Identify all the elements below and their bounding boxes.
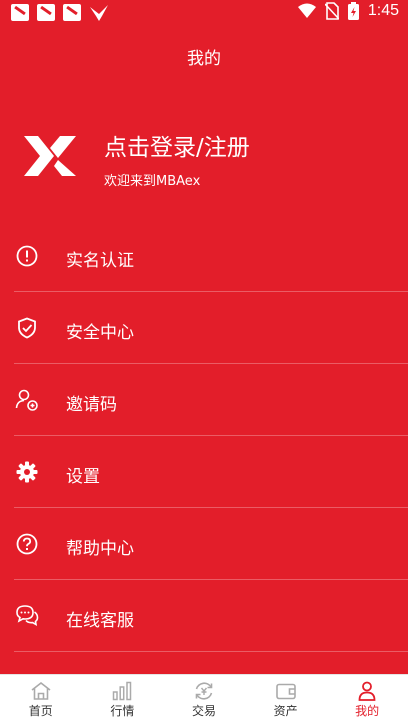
exchange-icon: [193, 681, 215, 701]
tab-home[interactable]: 首页: [0, 675, 82, 722]
menu-item-verification[interactable]: 实名认证: [0, 220, 408, 292]
battery-charging-icon: [347, 2, 359, 20]
tab-label: 首页: [28, 704, 53, 718]
menu-item-label: 邀请码: [66, 395, 117, 415]
tab-label: 行情: [110, 704, 135, 718]
menu-item-security-center[interactable]: 安全中心: [0, 292, 408, 364]
tab-profile[interactable]: 我的: [326, 675, 408, 722]
page-title: 我的: [187, 49, 221, 69]
help-circle-icon: [15, 532, 39, 556]
menu-list: 实名认证 安全中心 邀请码 设置 帮助中心 在线客服: [0, 220, 408, 652]
home-icon: [30, 681, 52, 701]
clock: 1:45: [367, 2, 399, 19]
divider: [14, 651, 408, 652]
wifi-icon: [297, 3, 316, 18]
menu-item-label: 帮助中心: [66, 539, 134, 559]
app-notification-icon: [37, 4, 55, 21]
menu-item-label: 实名认证: [66, 251, 134, 271]
app-notification-icon: [63, 4, 81, 21]
menu-item-settings[interactable]: 设置: [0, 436, 408, 508]
tab-market[interactable]: 行情: [82, 675, 164, 722]
chat-bubbles-icon: [15, 604, 39, 628]
shield-check-icon: [15, 316, 39, 340]
user-icon: [356, 681, 378, 701]
app-notification-icon: [11, 4, 29, 21]
no-sim-icon: [324, 2, 339, 20]
user-add-icon: [15, 388, 39, 412]
system-status: 1:45: [297, 2, 399, 20]
bird-logo-icon: [90, 5, 108, 21]
menu-item-invite-code[interactable]: 邀请码: [0, 364, 408, 436]
tab-label: 我的: [355, 704, 380, 718]
tab-label: 交易: [191, 704, 216, 718]
bar-chart-icon: [111, 681, 133, 701]
notification-icons: [11, 4, 109, 22]
tab-assets[interactable]: 资产: [245, 675, 327, 722]
menu-item-online-service[interactable]: 在线客服: [0, 580, 408, 652]
bottom-tab-bar: 首页 行情 交易 资产 我的: [0, 674, 408, 722]
welcome-text: 欢迎来到MBAex: [104, 174, 201, 189]
menu-item-label: 在线客服: [66, 611, 134, 631]
wallet-icon: [275, 681, 297, 701]
login-register-link[interactable]: 点击登录/注册: [104, 128, 250, 162]
tab-label: 资产: [273, 704, 298, 718]
brand-logo: [24, 136, 76, 176]
menu-item-help-center[interactable]: 帮助中心: [0, 508, 408, 580]
menu-item-label: 设置: [66, 467, 100, 487]
login-section[interactable]: 点击登录/注册 欢迎来到MBAex: [22, 128, 392, 198]
gear-icon: [15, 460, 39, 484]
status-bar: 1:45: [0, 0, 408, 26]
menu-item-label: 安全中心: [66, 323, 134, 343]
alert-circle-icon: [15, 244, 39, 268]
tab-trade[interactable]: 交易: [163, 675, 245, 722]
